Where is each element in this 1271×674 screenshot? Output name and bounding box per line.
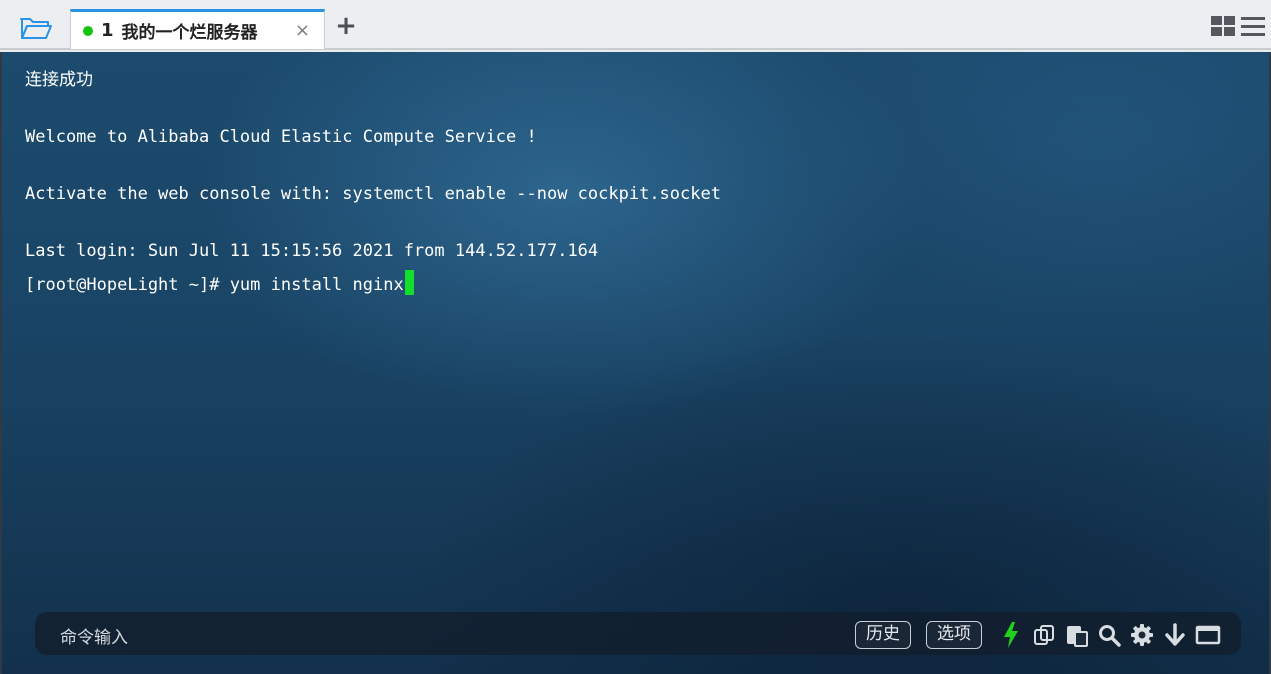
- tab-server-1[interactable]: 1 我的一个烂服务器 ×: [70, 9, 325, 49]
- history-button[interactable]: 历史: [855, 621, 911, 649]
- options-button[interactable]: 选项: [926, 621, 982, 649]
- open-folder-button[interactable]: [8, 9, 64, 47]
- arrow-down-icon[interactable]: [1162, 622, 1188, 648]
- lightning-icon[interactable]: [998, 622, 1024, 648]
- layout-controls: [1211, 16, 1265, 36]
- gear-icon[interactable]: [1129, 622, 1155, 648]
- terminal-cursor: [404, 270, 414, 295]
- add-tab-button[interactable]: +: [333, 11, 359, 41]
- terminal-line-welcome: Welcome to Alibaba Cloud Elastic Compute…: [25, 127, 537, 147]
- window-icon[interactable]: [1195, 622, 1221, 648]
- connected-status-dot: [83, 25, 93, 36]
- command-input[interactable]: 命令输入: [60, 623, 128, 648]
- terminal-prompt-line: [root@HopeLight ~]# yum install nginx: [25, 270, 414, 295]
- command-bar: 命令输入 历史 选项: [35, 612, 1241, 655]
- search-icon[interactable]: [1096, 622, 1122, 648]
- grid-layout-icon[interactable]: [1211, 16, 1235, 36]
- terminal-line-last-login: Last login: Sun Jul 11 15:15:56 2021 fro…: [25, 241, 599, 261]
- terminal-command: [root@HopeLight ~]# yum install nginx: [25, 275, 404, 295]
- tab-bar: 1 我的一个烂服务器 × +: [0, 0, 1271, 50]
- copy-icon[interactable]: [1031, 622, 1057, 648]
- terminal-line-connected: 连接成功: [25, 70, 93, 90]
- terminal-line-activate: Activate the web console with: systemctl…: [25, 184, 721, 204]
- tab-title: 我的一个烂服务器: [121, 23, 258, 43]
- paste-icon[interactable]: [1064, 622, 1090, 648]
- tab-number: 1: [101, 20, 114, 41]
- menu-icon[interactable]: [1241, 16, 1265, 36]
- terminal-panel[interactable]: 连接成功 Welcome to Alibaba Cloud Elastic Co…: [0, 52, 1271, 674]
- folder-icon: [20, 18, 52, 39]
- close-icon[interactable]: ×: [295, 20, 310, 41]
